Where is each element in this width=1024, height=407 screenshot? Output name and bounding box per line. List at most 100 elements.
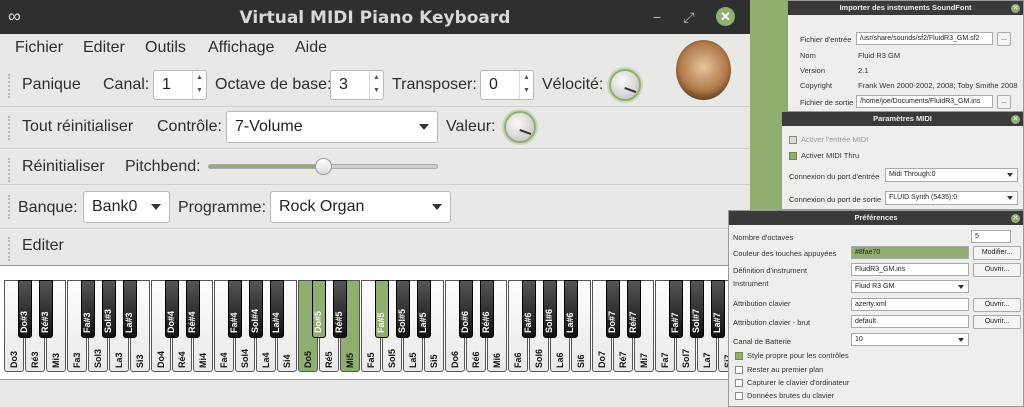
key-label: Sol6 — [534, 348, 544, 368]
velocity-knob[interactable] — [609, 69, 641, 101]
menu-affichage[interactable]: Affichage — [208, 39, 274, 57]
key-label: La4 — [261, 352, 271, 368]
key-label: Do#3 — [19, 310, 29, 333]
reset-button[interactable]: Réinitialiser — [22, 158, 105, 176]
black-key[interactable]: La#3 — [123, 280, 137, 338]
black-key[interactable]: La#4 — [270, 280, 284, 338]
black-key[interactable]: Ré#4 — [186, 280, 200, 338]
spin-arrows-icon[interactable]: ▲ ▼ — [192, 71, 206, 99]
enable-midi-in-checkbox[interactable] — [789, 136, 797, 144]
black-key[interactable]: Fa#4 — [228, 280, 242, 338]
octaves-spinbox[interactable]: 5 — [971, 230, 1011, 243]
drum-channel-combobox[interactable]: 10 — [851, 333, 969, 346]
output-file-field[interactable]: /home/joe/Documents/FluidR3_GM.ins — [856, 95, 993, 108]
black-key[interactable]: La#6 — [564, 280, 578, 338]
out-port-combobox[interactable]: FLUID Synth (5435):0 — [885, 191, 1018, 205]
modify-color-button[interactable]: Modifier... — [973, 246, 1021, 260]
menu-fichier[interactable]: Fichier — [15, 39, 63, 57]
spin-arrows-icon[interactable]: ▲ ▼ — [519, 71, 533, 99]
black-key[interactable]: Do#7 — [606, 280, 620, 338]
piano-keyboard: Do3 Ré3 Mi3 Fa3 Sol3 La3 Si3 Do4 Ré4 Mi4 Fa4 Sol4 La… — [0, 265, 750, 380]
black-key[interactable]: Ré#5 — [333, 280, 347, 338]
minimize-icon[interactable]: − — [648, 8, 666, 26]
black-key[interactable]: Do#6 — [459, 280, 473, 338]
spin-arrows-icon[interactable]: ▲ ▼ — [369, 71, 383, 99]
key-label: La#5 — [418, 312, 428, 333]
key-label: Sol3 — [93, 348, 103, 368]
pitchbend-slider[interactable] — [208, 158, 438, 175]
open-instrument-def-button[interactable]: Ouvrir... — [973, 263, 1021, 277]
native-style-checkbox[interactable] — [735, 352, 743, 360]
black-key[interactable]: Sol#6 — [543, 280, 557, 338]
in-port-combobox[interactable]: Midi Through:0 — [885, 168, 1018, 182]
black-key[interactable]: Do#4 — [165, 280, 179, 338]
close-icon[interactable]: ✕ — [1011, 214, 1020, 223]
grab-keyboard-checkbox[interactable] — [735, 379, 743, 387]
keymap-field[interactable]: azerty.xml — [851, 298, 969, 311]
open-keymap-button[interactable]: Ouvrir... — [973, 298, 1021, 312]
close-icon[interactable]: ✕ — [716, 7, 735, 26]
instrument-def-field[interactable]: FluidR3_GM.ins — [851, 263, 969, 276]
black-key[interactable]: Sol#4 — [249, 280, 263, 338]
open-raw-keymap-button[interactable]: Ouvrir... — [973, 315, 1021, 329]
toolbar-notes: Panique Canal: 1 ▲ ▼ Octave de base: 3 ▲ ▼ T… — [0, 66, 670, 105]
browse-input-button[interactable]: ... — [997, 32, 1011, 46]
pitchbend-handle[interactable] — [315, 158, 332, 175]
raw-keymap-field[interactable]: default — [851, 315, 969, 328]
input-file-field[interactable]: /usr/share/sounds/sf2/FluidR3_GM.sf2 — [856, 32, 993, 45]
black-key[interactable]: Sol#5 — [396, 280, 410, 338]
close-icon[interactable]: ✕ — [1011, 115, 1020, 124]
control-combobox[interactable]: 7-Volume — [226, 111, 438, 143]
panic-button[interactable]: Panique — [22, 76, 81, 94]
dropdown-arrow-icon — [958, 285, 964, 289]
menu-bar: Fichier Editer Outils Affichage Aide — [0, 34, 750, 64]
toolbar-handle[interactable] — [8, 195, 11, 219]
velocity-label: Vélocité: — [542, 76, 604, 93]
value-knob[interactable] — [504, 111, 536, 143]
toolbar-handle[interactable] — [8, 74, 11, 98]
bank-label: Banque: — [18, 199, 78, 216]
black-key[interactable]: Fa#3 — [81, 280, 95, 338]
menu-aide[interactable]: Aide — [295, 39, 327, 57]
instrument-combobox[interactable]: Fluid R3 GM — [851, 280, 969, 293]
menu-outils[interactable]: Outils — [145, 39, 186, 57]
key-label: Sol#5 — [397, 308, 407, 333]
black-key[interactable]: Do#5 — [312, 280, 326, 338]
divider — [0, 184, 750, 185]
black-key[interactable]: Sol#7 — [690, 280, 704, 338]
reset-all-button[interactable]: Tout réinitialiser — [22, 118, 133, 136]
black-key[interactable]: Sol#3 — [102, 280, 116, 338]
black-key[interactable]: Fa#6 — [522, 280, 536, 338]
name-value: Fluid R3 GM — [858, 51, 901, 60]
black-key[interactable]: Ré#3 — [39, 280, 53, 338]
enable-midi-thru-checkbox[interactable] — [789, 152, 797, 160]
transpose-spinbox[interactable]: 0 ▲ ▼ — [480, 70, 534, 100]
key-color-field[interactable]: #8fae70 — [851, 246, 969, 259]
channel-spinbox[interactable]: 1 ▲ ▼ — [153, 70, 207, 100]
always-on-top-checkbox[interactable] — [735, 366, 743, 374]
edit-button[interactable]: Editer — [22, 237, 64, 255]
toolbar-handle[interactable] — [8, 116, 11, 140]
black-key[interactable]: Ré#7 — [627, 280, 641, 338]
toolbar-handle[interactable] — [8, 237, 11, 261]
black-key[interactable]: La#7 — [711, 280, 725, 338]
black-key[interactable]: Fa#5 — [375, 280, 389, 338]
close-icon[interactable]: ✕ — [1011, 4, 1020, 13]
maximize-icon[interactable]: ⤢ — [680, 8, 698, 26]
key-label: Sol#7 — [691, 308, 701, 333]
toolbar-handle[interactable] — [8, 158, 11, 182]
copyright-value: Frank Wen 2000-2002, 2008; Toby Smithe 2… — [858, 81, 1018, 90]
black-key[interactable]: Ré#6 — [480, 280, 494, 338]
browse-output-button[interactable]: ... — [997, 95, 1011, 109]
key-color-label: Couleur des touches appuyées — [733, 249, 837, 258]
bank-combobox[interactable]: Bank0 — [83, 191, 170, 223]
title-bar: ∞ Virtual MIDI Piano Keyboard − ⤢ ✕ — [0, 0, 750, 34]
octave-spinbox[interactable]: 3 ▲ ▼ — [330, 70, 384, 100]
black-key[interactable]: Do#3 — [18, 280, 32, 338]
key-label: Do#5 — [313, 310, 323, 333]
raw-keyboard-checkbox[interactable] — [735, 392, 743, 400]
black-key[interactable]: Fa#7 — [669, 280, 683, 338]
menu-editer[interactable]: Editer — [83, 39, 125, 57]
program-combobox[interactable]: Rock Organ — [270, 191, 451, 223]
black-key[interactable]: La#5 — [417, 280, 431, 338]
